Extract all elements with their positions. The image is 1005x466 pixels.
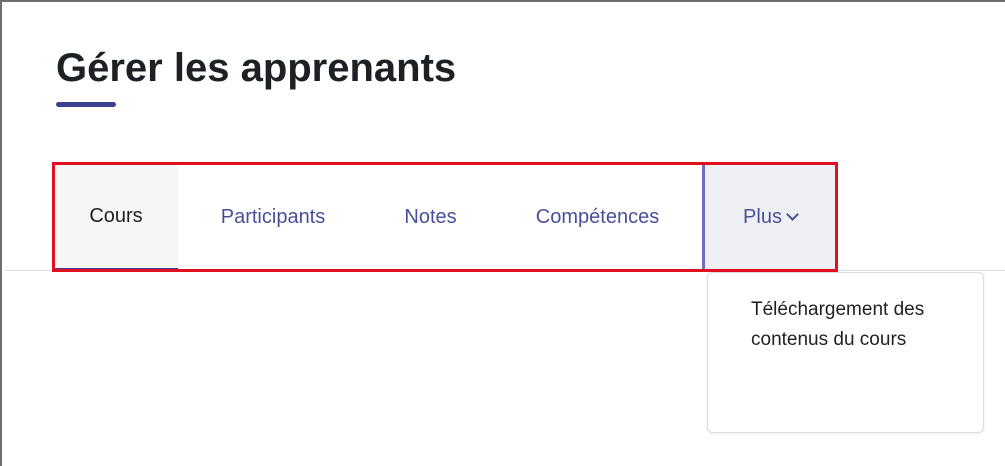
dropdown-item-course-download[interactable]: Téléchargement des contenus du cours xyxy=(751,295,966,355)
chevron-down-icon xyxy=(786,207,799,221)
page-title: Gérer les apprenants xyxy=(56,46,457,90)
tab-plus-dropdown-toggle[interactable]: Plus xyxy=(702,164,835,270)
tab-competences[interactable]: Compétences xyxy=(493,164,702,270)
title-underline xyxy=(56,102,116,107)
tab-label: Compétences xyxy=(535,205,660,228)
tab-notes[interactable]: Notes xyxy=(368,164,493,270)
tab-label: Notes xyxy=(404,205,457,228)
tab-participants[interactable]: Participants xyxy=(178,164,368,270)
tab-cours[interactable]: Cours xyxy=(54,164,178,270)
plus-dropdown-menu: Téléchargement des contenus du cours xyxy=(707,272,984,433)
tab-label: Plus xyxy=(743,205,782,228)
page-frame: Gérer les apprenants Cours Participants … xyxy=(0,0,1005,466)
tab-label: Participants xyxy=(220,205,326,228)
tabs-divider xyxy=(4,270,1005,271)
tab-label: Cours xyxy=(89,204,143,227)
